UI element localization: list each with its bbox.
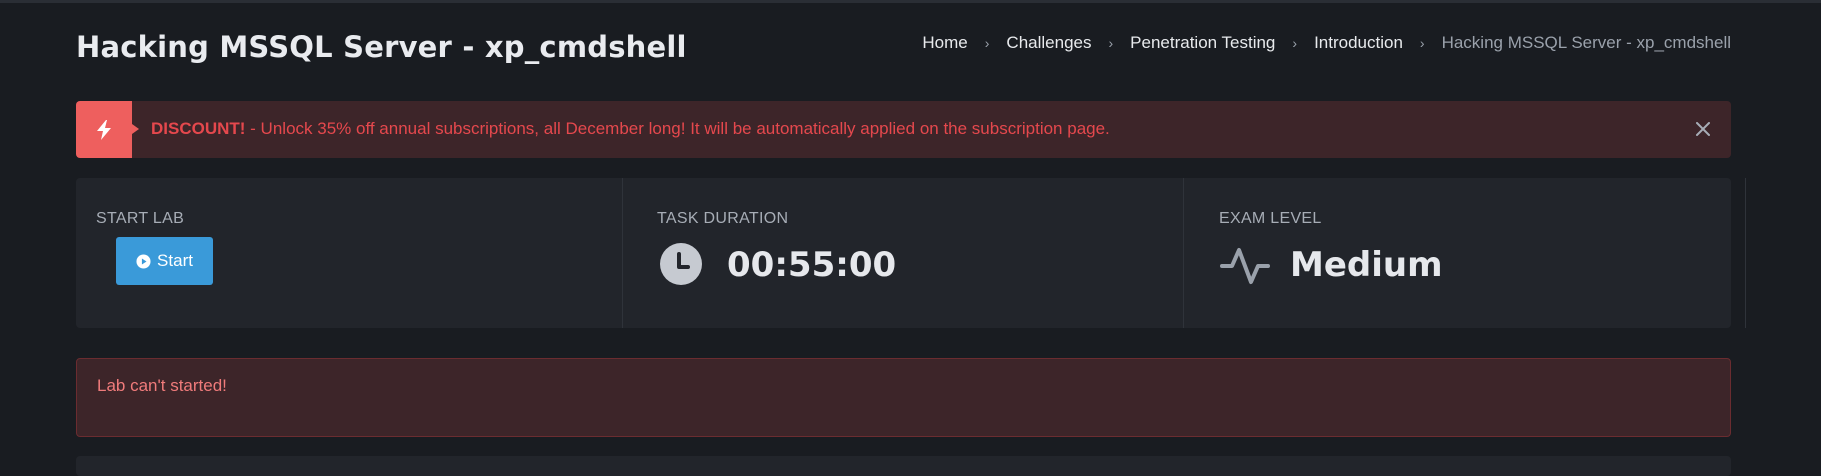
lab-stats-card: START LAB Start TASK DURATION 00:55:00 E… (76, 178, 1731, 328)
start-lab-label: START LAB (96, 210, 185, 227)
breadcrumb-home[interactable]: Home (922, 33, 967, 53)
breadcrumb-separator: › (1292, 35, 1298, 51)
play-circle-icon (136, 253, 151, 269)
breadcrumb-challenges[interactable]: Challenges (1006, 33, 1091, 53)
breadcrumb-separator: › (1419, 35, 1425, 51)
alert-message: DISCOUNT! - Unlock 35% off annual subscr… (151, 119, 1110, 139)
breadcrumb-separator: › (1108, 35, 1114, 51)
clock-icon (660, 243, 702, 285)
exam-level-value: Medium (1290, 245, 1443, 285)
breadcrumb: Home › Challenges › Penetration Testing … (922, 33, 1731, 53)
exam-level-label: EXAM LEVEL (1219, 210, 1322, 227)
divider (622, 178, 623, 328)
discount-alert: DISCOUNT! - Unlock 35% off annual subscr… (76, 101, 1731, 158)
alert-bold-label: DISCOUNT! (151, 119, 246, 138)
alert-arrow (132, 124, 139, 134)
start-button[interactable]: Start (116, 237, 213, 285)
task-duration-label: TASK DURATION (657, 210, 789, 227)
breadcrumb-separator: › (984, 35, 990, 51)
top-border (0, 0, 1821, 3)
start-button-label: Start (157, 251, 193, 270)
divider (1183, 178, 1184, 328)
close-icon[interactable] (1691, 117, 1715, 141)
breadcrumb-introduction[interactable]: Introduction (1314, 33, 1403, 53)
alert-icon-box (76, 101, 132, 158)
page-title: Hacking MSSQL Server - xp_cmdshell (76, 30, 687, 64)
card-edge-divider (1745, 178, 1746, 328)
activity-pulse-icon (1220, 248, 1270, 284)
error-message: Lab can't started! (97, 376, 227, 395)
task-duration-value: 00:55:00 (727, 245, 897, 285)
breadcrumb-current: Hacking MSSQL Server - xp_cmdshell (1441, 33, 1731, 52)
breadcrumb-penetration-testing[interactable]: Penetration Testing (1130, 33, 1275, 53)
lab-error-alert: Lab can't started! (76, 358, 1731, 437)
content-card (76, 456, 1731, 476)
alert-body: - Unlock 35% off annual subscriptions, a… (245, 119, 1110, 138)
lightning-bolt-icon (97, 119, 111, 140)
